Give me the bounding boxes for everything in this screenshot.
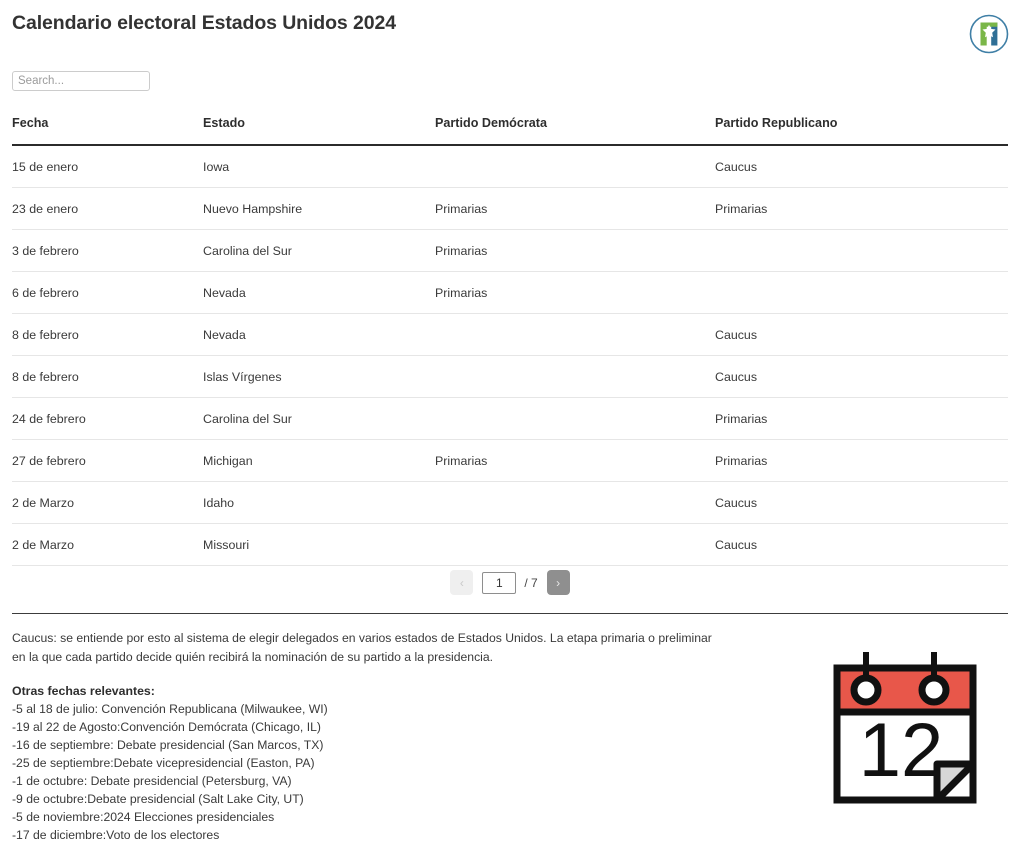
cell-republicano: Primarias — [715, 187, 1008, 230]
other-date-item: -19 al 22 de Agosto:Convención Demócrata… — [12, 720, 321, 734]
cell-estado: Nevada — [203, 313, 435, 356]
cell-fecha: 8 de febrero — [12, 313, 203, 356]
cell-fecha: 2 de Marzo — [12, 481, 203, 524]
cell-republicano: Caucus — [715, 481, 1008, 524]
cell-republicano — [715, 229, 1008, 272]
cell-republicano: Primarias — [715, 439, 1008, 482]
cell-republicano: Caucus — [715, 523, 1008, 566]
page-title: Calendario electoral Estados Unidos 2024 — [12, 12, 396, 34]
cell-estado: Carolina del Sur — [203, 397, 435, 440]
previous-page-button[interactable]: ‹ — [450, 570, 474, 595]
cell-democrata — [435, 313, 715, 356]
cell-fecha: 6 de febrero — [12, 271, 203, 314]
cell-republicano: Caucus — [715, 313, 1008, 356]
cell-estado: Nevada — [203, 271, 435, 314]
table-row: 24 de febrero Carolina del Sur Primarias — [12, 397, 1008, 440]
cell-fecha: 23 de enero — [12, 187, 203, 230]
cell-democrata: Primarias — [435, 271, 715, 314]
other-date-item: -25 de septiembre:Debate vicepresidencia… — [12, 756, 315, 770]
cell-democrata: Primarias — [435, 439, 715, 482]
other-date-item: -17 de diciembre:Voto de los electores — [12, 828, 220, 842]
next-page-button[interactable]: › — [546, 570, 570, 595]
other-date-item: -5 al 18 de julio: Convención Republican… — [12, 702, 328, 716]
caucus-note: Caucus: se entiende por esto al sistema … — [12, 631, 712, 664]
other-dates-title: Otras fechas relevantes: — [12, 684, 155, 698]
cell-democrata — [435, 145, 715, 188]
cell-estado: Nuevo Hampshire — [203, 187, 435, 230]
cell-republicano: Caucus — [715, 355, 1008, 398]
cell-fecha: 24 de febrero — [12, 397, 203, 440]
cell-democrata — [435, 481, 715, 524]
table-row: 15 de enero Iowa Caucus — [12, 145, 1008, 188]
page-root: Calendario electoral Estados Unidos 2024… — [0, 0, 1020, 856]
cell-democrata — [435, 523, 715, 566]
total-pages-label: / 7 — [524, 575, 538, 590]
cell-democrata — [435, 397, 715, 440]
cell-fecha: 3 de febrero — [12, 229, 203, 272]
other-date-item: -9 de octubre:Debate presidencial (Salt … — [12, 792, 304, 806]
page-number-input[interactable] — [482, 571, 517, 594]
other-date-item: -16 de septiembre: Debate presidencial (… — [12, 738, 324, 752]
column-header-estado[interactable]: Estado — [203, 116, 435, 146]
table-row: 23 de enero Nuevo Hampshire Primarias Prima… — [12, 187, 1008, 230]
other-date-item: -1 de octubre: Debate presidencial (Pete… — [12, 774, 292, 788]
site-logo — [969, 14, 1009, 54]
cell-republicano: Primarias — [715, 397, 1008, 440]
pagination: ‹ / 7 › — [0, 570, 1020, 595]
table-row: 27 de febrero Michigan Primarias Primarias — [12, 439, 1008, 482]
cell-democrata: Primarias — [435, 229, 715, 272]
search-input[interactable] — [12, 71, 150, 91]
column-header-fecha[interactable]: Fecha — [12, 116, 203, 146]
cell-fecha: 8 de febrero — [12, 355, 203, 398]
table-header-row: Fecha Estado Partido Demócrata Partido R… — [12, 116, 1008, 146]
cell-estado: Michigan — [203, 439, 435, 482]
cell-estado: Carolina del Sur — [203, 229, 435, 272]
calendar-icon: 12 — [831, 646, 979, 808]
calendar-day-number: 12 — [859, 708, 944, 793]
table-row: 6 de febrero Nevada Primarias — [12, 271, 1008, 314]
cell-estado: Missouri — [203, 523, 435, 566]
search-container — [12, 71, 150, 91]
cell-fecha: 2 de Marzo — [12, 523, 203, 566]
footer: Caucus: se entiende por esto al sistema … — [12, 629, 772, 844]
table-row: 8 de febrero Islas Vírgenes Caucus — [12, 355, 1008, 398]
other-dates-list: -5 al 18 de julio: Convención Republican… — [12, 700, 772, 844]
table-row: 2 de Marzo Missouri Caucus — [12, 523, 1008, 566]
election-calendar-table: Fecha Estado Partido Demócrata Partido R… — [12, 116, 1008, 566]
cell-estado: Islas Vírgenes — [203, 355, 435, 398]
table-row: 2 de Marzo Idaho Caucus — [12, 481, 1008, 524]
cell-republicano: Caucus — [715, 145, 1008, 188]
table-row: 3 de febrero Carolina del Sur Primarias — [12, 229, 1008, 272]
cell-estado: Idaho — [203, 481, 435, 524]
table-row: 8 de febrero Nevada Caucus — [12, 313, 1008, 356]
column-header-republicano[interactable]: Partido Republicano — [715, 116, 1008, 146]
column-header-democrata[interactable]: Partido Demócrata — [435, 116, 715, 146]
cell-estado: Iowa — [203, 145, 435, 188]
other-date-item: -5 de noviembre:2024 Elecciones presiden… — [12, 810, 275, 824]
cell-fecha: 15 de enero — [12, 145, 203, 188]
cell-fecha: 27 de febrero — [12, 439, 203, 482]
footer-divider — [12, 613, 1008, 614]
cell-democrata: Primarias — [435, 187, 715, 230]
cell-democrata — [435, 355, 715, 398]
cell-republicano — [715, 271, 1008, 314]
